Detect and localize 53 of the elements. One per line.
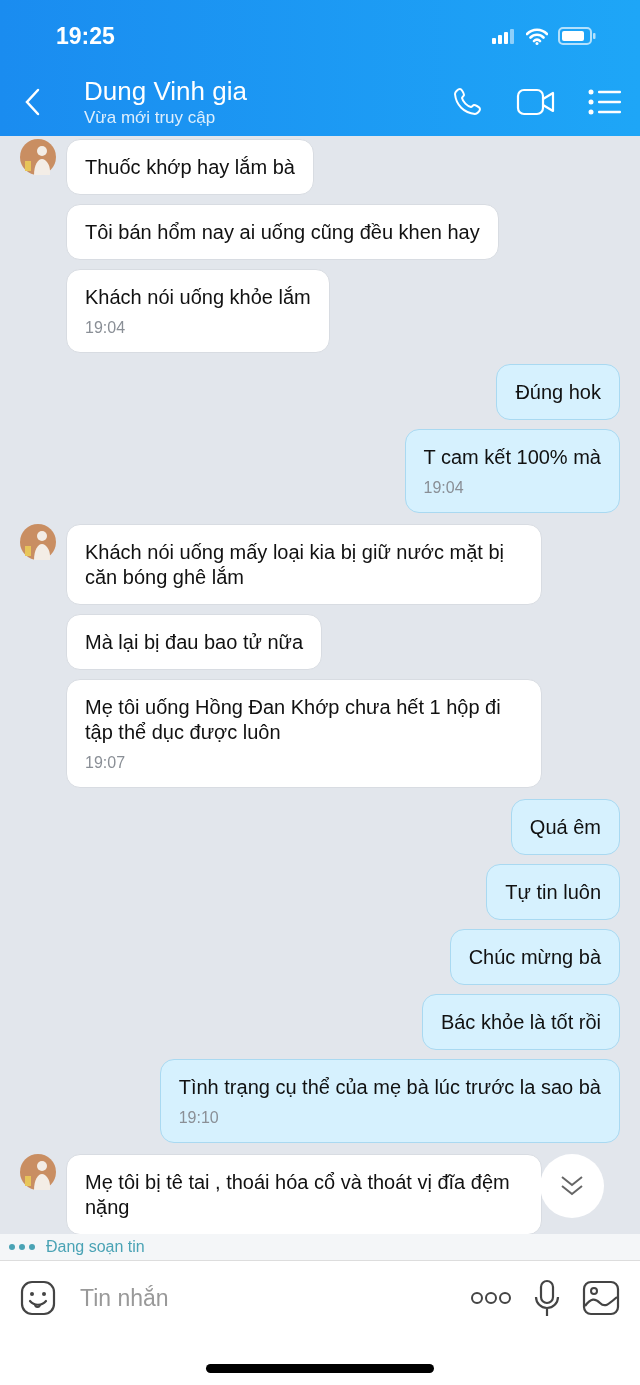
message-time: 19:07 [85,753,127,773]
message-bubble[interactable]: Chúc mừng bà [449,929,620,985]
contact-name: Dung Vinh gia [84,75,247,107]
status-time: 19:25 [56,22,115,50]
message-bubble[interactable]: Quá êm [510,799,620,855]
message-time: 19:10 [178,1108,220,1128]
message-bubble[interactable]: Đúng hok [496,364,620,420]
message-text: Thuốc khớp hay lắm bà [85,155,295,180]
message-text: Khách nói uống khỏe lắm [85,285,311,310]
message-time: 19:04 [423,478,465,498]
message-bubble[interactable]: Tôi bán hổm nay ai uống cũng đều khen hay [66,204,499,260]
message-bubble[interactable]: Tự tin luôn [486,864,620,920]
message-bubble[interactable]: Thuốc khớp hay lắm bà [66,139,314,195]
message-text: Đúng hok [515,380,601,405]
typing-dots-icon [8,1243,36,1251]
phone-icon[interactable] [452,86,484,118]
message-time: 19:04 [85,318,127,338]
message-text: Tự tin luôn [505,880,601,905]
message-text: Khách nói uống mấy loại kia bị giữ nước mặt bị căn bóng ghê lắm [85,540,505,590]
message-text: Tôi bán hổm nay ai uống cũng đều khen hay [85,220,480,245]
message-bubble[interactable]: Mà lại bị đau bao tử nữa [66,614,323,670]
message-bubble[interactable]: Bác khỏe là tốt rồi [421,994,620,1050]
message-bubble[interactable]: Mẹ tôi uống Hồng Đan Khớp chưa hết 1 hộp đi tập thể dục được luôn 19:07 [66,679,542,788]
microphone-icon[interactable] [534,1279,560,1317]
double-chevron-icon [559,1174,585,1198]
avatar[interactable] [20,139,56,175]
emoji-icon[interactable] [20,1280,56,1316]
message-text: Mẹ tôi uống Hồng Đan Khớp chưa hết 1 hộp đi tập thể dục được luôn [85,695,502,745]
message-bubble[interactable]: Khách nói uống khỏe lắm 19:04 [66,269,330,353]
message-text: Chúc mừng bà [468,945,601,970]
avatar[interactable] [20,1154,56,1190]
message-text: Mẹ tôi bị tê tai , thoái hóa cổ và thoát vị đĩa đệm nặng [85,1170,511,1220]
message-text: Tình trạng cụ thể của mẹ bà lúc trước la sao bà [178,1075,601,1100]
video-call-icon[interactable] [516,87,556,117]
message-field[interactable]: Tin nhắn [78,1283,448,1313]
message-text: Bác khỏe là tốt rồi [440,1010,601,1035]
contact-status: Vừa mới truy cập [84,107,216,129]
signal-icon [492,28,516,44]
menu-icon[interactable] [588,89,622,115]
message-text: T cam kết 100% mà [423,445,601,470]
message-bubble[interactable]: Tình trạng cụ thể của mẹ bà lúc trước la sao bà 19:10 [159,1059,620,1143]
message-text: Mà lại bị đau bao tử nữa [85,630,304,655]
wifi-icon [526,27,548,45]
image-icon[interactable] [582,1280,620,1316]
message-bubble[interactable]: Mẹ tôi bị tê tai , thoái hóa cổ và thoát vị đĩa đệm nặng [66,1154,542,1234]
message-text: Quá êm [529,815,601,840]
message-bubble[interactable]: Khách nói uống mấy loại kia bị giữ nước mặt bị căn bóng ghê lắm [66,524,542,605]
message-bubble[interactable]: T cam kết 100% mà 19:04 [404,429,620,513]
typing-indicator: Đang soạn tin [46,1238,145,1256]
back-icon[interactable] [24,88,40,116]
battery-icon [558,27,596,45]
more-icon[interactable] [470,1291,512,1305]
avatar[interactable] [20,524,56,560]
